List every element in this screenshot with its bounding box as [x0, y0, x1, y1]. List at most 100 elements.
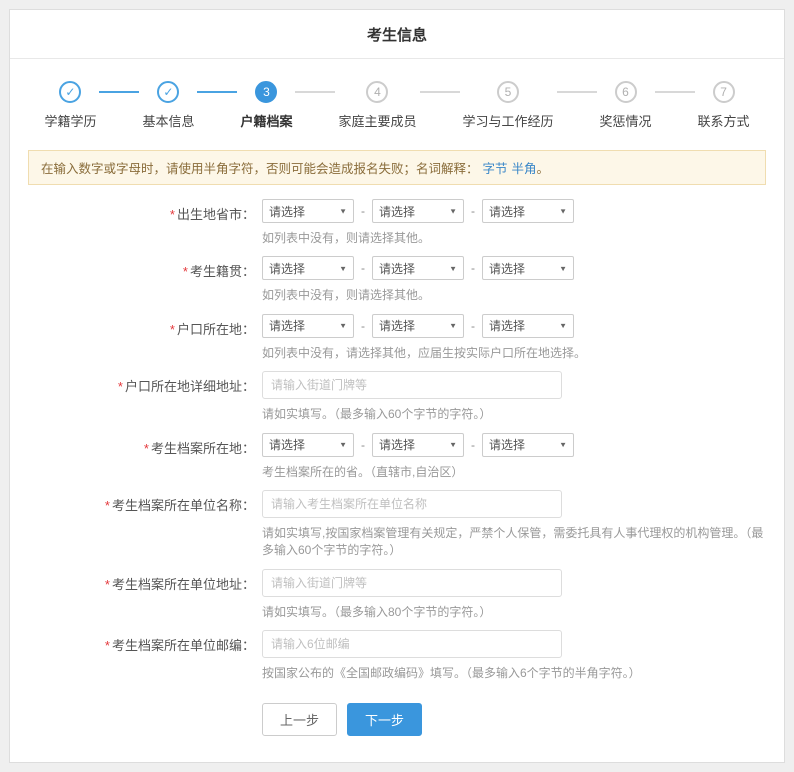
archive-city-select[interactable]: 请选择▼ [372, 433, 464, 457]
form-row-archive-unit-zipcode: *考生档案所在单位邮编： 按国家公布的《全国邮政编码》填写。（最多输入6个字节的… [10, 630, 784, 682]
required-asterisk: * [144, 441, 149, 456]
step-item-xueji[interactable]: ✓ 学籍学历 [44, 81, 96, 130]
birthplace-province-select[interactable]: 请选择▼ [262, 199, 354, 223]
required-asterisk: * [170, 322, 175, 337]
separator-dash: - [471, 319, 475, 333]
step-item-lianxi[interactable]: 7 联系方式 [698, 81, 750, 130]
chevron-down-icon: ▼ [339, 441, 347, 449]
step-connector [420, 91, 460, 93]
hukou-address-input[interactable] [262, 371, 562, 399]
birthplace-city-select[interactable]: 请选择▼ [372, 199, 464, 223]
chevron-down-icon: ▼ [559, 441, 567, 449]
step-connector [197, 91, 237, 93]
field-help: 如列表中没有，则请选择其他。 [262, 230, 770, 247]
field-help: 如列表中没有，则请选择其他。 [262, 287, 770, 304]
field-help: 考生档案所在的省。（直辖市,自治区） [262, 464, 770, 481]
field-help: 请如实填写。（最多输入80个字节的字符。） [262, 604, 770, 621]
step-label: 家庭主要成员 [338, 111, 416, 130]
birthplace-district-select[interactable]: 请选择▼ [482, 199, 574, 223]
step-number: 4 [366, 81, 388, 103]
step-indicator: ✓ 学籍学历 ✓ 基本信息 3 户籍档案 4 家庭主要成员 5 学习与工作经历 … [10, 59, 784, 134]
chevron-down-icon: ▼ [449, 322, 457, 330]
step-number: 7 [713, 81, 735, 103]
required-asterisk: * [170, 207, 175, 222]
hukou-district-select[interactable]: 请选择▼ [482, 314, 574, 338]
step-connector [295, 91, 335, 93]
step-number: 6 [615, 81, 637, 103]
step-connector [557, 91, 597, 93]
field-help: 请如实填写,按国家档案管理有关规定，严禁个人保管，需委托具有人事代理权的机构管理… [262, 525, 770, 560]
step-label: 奖惩情况 [600, 111, 652, 130]
field-label: *考生档案所在单位地址： [10, 569, 255, 621]
chevron-down-icon: ▼ [559, 264, 567, 272]
native-province-select[interactable]: 请选择▼ [262, 256, 354, 280]
step-label: 学习与工作经历 [463, 111, 554, 130]
step-item-jiating[interactable]: 4 家庭主要成员 [338, 81, 416, 130]
field-help: 按国家公布的《全国邮政编码》填写。（最多输入6个字节的半角字符。） [262, 665, 770, 682]
required-asterisk: * [105, 577, 110, 592]
form-row-archive-location: *考生档案所在地： 请选择▼ - 请选择▼ - 请选择▼ 考生档案所在的省。（直… [10, 433, 784, 481]
chevron-down-icon: ▼ [339, 264, 347, 272]
field-label: *考生籍贯： [10, 256, 255, 304]
prev-step-button[interactable]: 上一步 [262, 703, 337, 736]
link-halfwidth[interactable]: 半角 [512, 162, 537, 176]
notice-text: 在输入数字或字母时，请使用半角字符，否则可能会造成报名失败；名词解释： [41, 162, 479, 176]
hukou-province-select[interactable]: 请选择▼ [262, 314, 354, 338]
separator-dash: - [361, 438, 365, 452]
notice-bar: 在输入数字或字母时，请使用半角字符，否则可能会造成报名失败；名词解释：字节半角。 [28, 150, 766, 185]
chevron-down-icon: ▼ [339, 207, 347, 215]
chevron-down-icon: ▼ [559, 322, 567, 330]
archive-unit-name-input[interactable] [262, 490, 562, 518]
field-label: *户口所在地详细地址： [10, 371, 255, 423]
step-item-jiben[interactable]: ✓ 基本信息 [142, 81, 194, 130]
form-row-hukou-address: *户口所在地详细地址： 请如实填写。（最多输入60个字节的字符。） [10, 371, 784, 423]
separator-dash: - [361, 319, 365, 333]
field-label: *考生档案所在地： [10, 433, 255, 481]
step-connector [99, 91, 139, 93]
candidate-form: *出生地省市： 请选择▼ - 请选择▼ - 请选择▼ 如列表中没有，则请选择其他… [10, 199, 784, 736]
native-district-select[interactable]: 请选择▼ [482, 256, 574, 280]
chevron-down-icon: ▼ [339, 322, 347, 330]
archive-unit-zipcode-input[interactable] [262, 630, 562, 658]
step-label: 联系方式 [698, 111, 750, 130]
chevron-down-icon: ▼ [449, 207, 457, 215]
field-label: *考生档案所在单位邮编： [10, 630, 255, 682]
check-icon: ✓ [157, 81, 179, 103]
separator-dash: - [471, 438, 475, 452]
chevron-down-icon: ▼ [449, 264, 457, 272]
archive-district-select[interactable]: 请选择▼ [482, 433, 574, 457]
form-row-archive-unit-name: *考生档案所在单位名称： 请如实填写,按国家档案管理有关规定，严禁个人保管，需委… [10, 490, 784, 560]
field-help: 请如实填写。（最多输入60个字节的字符。） [262, 406, 770, 423]
candidate-info-panel: 考生信息 ✓ 学籍学历 ✓ 基本信息 3 户籍档案 4 家庭主要成员 5 学习与… [9, 9, 785, 763]
step-item-jiangcheng[interactable]: 6 奖惩情况 [600, 81, 652, 130]
step-item-jingli[interactable]: 5 学习与工作经历 [463, 81, 554, 130]
step-item-huji[interactable]: 3 户籍档案 [240, 81, 292, 130]
form-row-archive-unit-address: *考生档案所在单位地址： 请如实填写。（最多输入80个字节的字符。） [10, 569, 784, 621]
form-row-hukou-location: *户口所在地： 请选择▼ - 请选择▼ - 请选择▼ 如列表中没有，请选择其他，… [10, 314, 784, 362]
archive-unit-address-input[interactable] [262, 569, 562, 597]
separator-dash: - [471, 204, 475, 218]
required-asterisk: * [105, 498, 110, 513]
link-byte[interactable]: 字节 [483, 162, 508, 176]
separator-dash: - [361, 204, 365, 218]
form-row-birthplace: *出生地省市： 请选择▼ - 请选择▼ - 请选择▼ 如列表中没有，则请选择其他… [10, 199, 784, 247]
step-connector [655, 91, 695, 93]
step-label: 学籍学历 [44, 111, 96, 130]
step-number: 5 [497, 81, 519, 103]
form-row-native-place: *考生籍贯： 请选择▼ - 请选择▼ - 请选择▼ 如列表中没有，则请选择其他。 [10, 256, 784, 304]
native-city-select[interactable]: 请选择▼ [372, 256, 464, 280]
field-label: *出生地省市： [10, 199, 255, 247]
required-asterisk: * [118, 379, 123, 394]
field-help: 如列表中没有，请选择其他，应届生按实际户口所在地选择。 [262, 345, 770, 362]
field-label: *考生档案所在单位名称： [10, 490, 255, 560]
hukou-city-select[interactable]: 请选择▼ [372, 314, 464, 338]
chevron-down-icon: ▼ [449, 441, 457, 449]
check-icon: ✓ [59, 81, 81, 103]
archive-province-select[interactable]: 请选择▼ [262, 433, 354, 457]
step-label: 户籍档案 [240, 111, 292, 130]
separator-dash: - [361, 261, 365, 275]
step-label: 基本信息 [142, 111, 194, 130]
required-asterisk: * [105, 638, 110, 653]
next-step-button[interactable]: 下一步 [347, 703, 422, 736]
required-asterisk: * [183, 264, 188, 279]
